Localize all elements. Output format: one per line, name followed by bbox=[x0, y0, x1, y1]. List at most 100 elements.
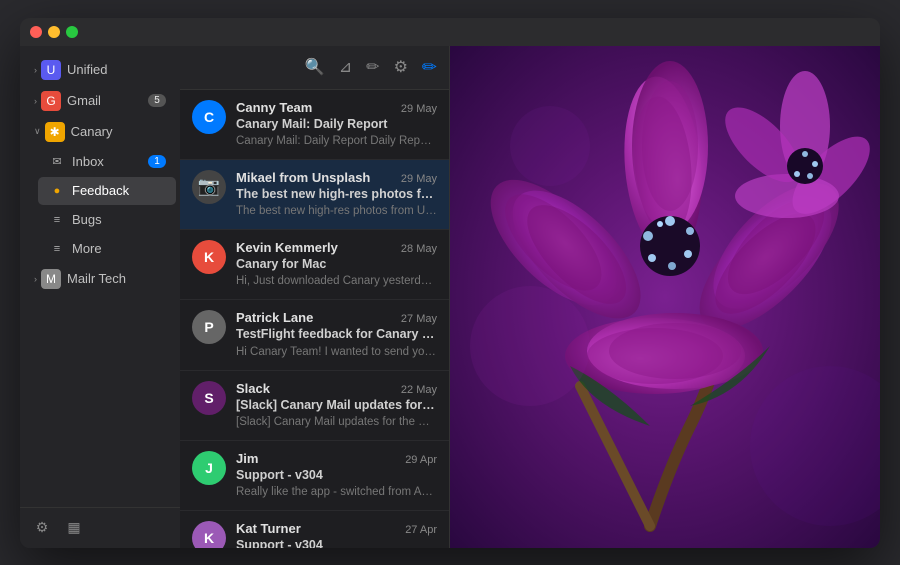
email-item[interactable]: 📷 Mikael from Unsplash 29 May The best n… bbox=[180, 160, 449, 230]
search-icon[interactable]: 🔍 bbox=[305, 57, 325, 77]
avatar: S bbox=[192, 381, 226, 415]
email-date: 28 May bbox=[401, 243, 437, 255]
avatar: P bbox=[192, 310, 226, 344]
email-header-row: Kat Turner 27 Apr bbox=[236, 521, 437, 536]
sidebar-item-gmail[interactable]: › G Gmail 5 bbox=[24, 86, 176, 116]
email-date: 29 Apr bbox=[405, 454, 437, 466]
email-list: 🔍 ⊿ ✏ ⚙ ✏ C Canny Team 29 May Canary Ma bbox=[180, 46, 450, 548]
avatar: J bbox=[192, 451, 226, 485]
email-subject: [Slack] Canary Mail updates for the... bbox=[236, 398, 437, 412]
more-icon: ≡ bbox=[48, 240, 66, 258]
sidebar-label-mailr: Mailr Tech bbox=[67, 271, 166, 286]
email-header-row: Jim 29 Apr bbox=[236, 451, 437, 466]
email-body: Slack 22 May [Slack] Canary Mail updates… bbox=[236, 381, 437, 430]
email-item[interactable]: S Slack 22 May [Slack] Canary Mail updat… bbox=[180, 371, 449, 441]
email-sender: Patrick Lane bbox=[236, 310, 393, 325]
close-button[interactable] bbox=[30, 26, 42, 38]
email-header-row: Kevin Kemmerly 28 May bbox=[236, 240, 437, 255]
chevron-icon: › bbox=[34, 274, 37, 284]
avatar: 📷 bbox=[192, 170, 226, 204]
filter-icon[interactable]: ⊿ bbox=[339, 57, 352, 77]
settings-tool-icon[interactable]: ⚙ bbox=[394, 57, 408, 77]
canary-subfolders: ✉ Inbox 1 ● Feedback ≡ Bugs bbox=[20, 148, 180, 263]
avatar: K bbox=[192, 240, 226, 274]
email-item[interactable]: C Canny Team 29 May Canary Mail: Daily R… bbox=[180, 90, 449, 160]
image-panel bbox=[450, 46, 880, 548]
grid-icon[interactable]: ▦ bbox=[62, 516, 86, 540]
email-sender: Slack bbox=[236, 381, 393, 396]
email-item[interactable]: K Kevin Kemmerly 28 May Canary for Mac H… bbox=[180, 230, 449, 300]
email-date: 29 May bbox=[401, 173, 437, 185]
email-sender: Kat Turner bbox=[236, 521, 397, 536]
email-body: Canny Team 29 May Canary Mail: Daily Rep… bbox=[236, 100, 437, 149]
email-subject: Support - v304 bbox=[236, 538, 437, 547]
email-subject: Support - v304 bbox=[236, 468, 437, 482]
sidebar-item-mailr[interactable]: › M Mailr Tech bbox=[24, 264, 176, 294]
email-date: 27 Apr bbox=[405, 524, 437, 536]
email-sender: Canny Team bbox=[236, 100, 393, 115]
more-label: More bbox=[72, 241, 166, 256]
sidebar-item-feedback[interactable]: ● Feedback bbox=[38, 177, 176, 205]
edit-icon[interactable]: ✏ bbox=[366, 57, 379, 77]
flower-image bbox=[450, 46, 880, 548]
email-body: Mikael from Unsplash 29 May The best new… bbox=[236, 170, 437, 219]
email-header-row: Patrick Lane 27 May bbox=[236, 310, 437, 325]
email-preview: Hi Canary Team! I wanted to send you fee… bbox=[236, 344, 437, 360]
email-body: Kevin Kemmerly 28 May Canary for Mac Hi,… bbox=[236, 240, 437, 289]
email-sender: Kevin Kemmerly bbox=[236, 240, 393, 255]
email-item[interactable]: P Patrick Lane 27 May TestFlight feedbac… bbox=[180, 300, 449, 371]
email-sender: Jim bbox=[236, 451, 397, 466]
feedback-label: Feedback bbox=[72, 183, 166, 198]
compose-icon[interactable]: ✏ bbox=[422, 57, 437, 78]
email-toolbar: 🔍 ⊿ ✏ ⚙ ✏ bbox=[180, 46, 449, 90]
chevron-icon: › bbox=[34, 65, 37, 75]
sidebar-nav: › U Unified › G Gmail 5 ∨ ✱ Canary bbox=[20, 46, 180, 507]
email-item[interactable]: J Jim 29 Apr Support - v304 Really like … bbox=[180, 441, 449, 511]
settings-icon[interactable]: ⚙ bbox=[30, 516, 54, 540]
inbox-icon: ✉ bbox=[48, 153, 66, 171]
email-preview: [Slack] Canary Mail updates for the week… bbox=[236, 414, 437, 430]
chevron-icon: › bbox=[34, 96, 37, 106]
email-items: C Canny Team 29 May Canary Mail: Daily R… bbox=[180, 90, 449, 548]
email-date: 22 May bbox=[401, 384, 437, 396]
sidebar-item-canary[interactable]: ∨ ✱ Canary bbox=[24, 117, 176, 147]
avatar: C bbox=[192, 100, 226, 134]
mailr-icon: M bbox=[41, 269, 61, 289]
email-body: Kat Turner 27 Apr Support - v304 Hello, … bbox=[236, 521, 437, 547]
bugs-icon: ≡ bbox=[48, 211, 66, 229]
email-subject: Canary for Mac bbox=[236, 257, 437, 271]
app-window: › U Unified › G Gmail 5 ∨ ✱ Canary bbox=[20, 18, 880, 548]
email-header-row: Mikael from Unsplash 29 May bbox=[236, 170, 437, 185]
canary-icon: ✱ bbox=[45, 122, 65, 142]
email-preview: Really like the app - switched from Appl… bbox=[236, 484, 437, 500]
email-preview: Canary Mail: Daily Report Daily Report 4… bbox=[236, 133, 437, 149]
email-header-row: Canny Team 29 May bbox=[236, 100, 437, 115]
minimize-button[interactable] bbox=[48, 26, 60, 38]
main-content: › U Unified › G Gmail 5 ∨ ✱ Canary bbox=[20, 46, 880, 548]
avatar: K bbox=[192, 521, 226, 547]
sidebar-item-unified[interactable]: › U Unified bbox=[24, 55, 176, 85]
email-item[interactable]: K Kat Turner 27 Apr Support - v304 Hello… bbox=[180, 511, 449, 547]
email-date: 29 May bbox=[401, 103, 437, 115]
gmail-icon: G bbox=[41, 91, 61, 111]
email-body: Patrick Lane 27 May TestFlight feedback … bbox=[236, 310, 437, 360]
inbox-label: Inbox bbox=[72, 154, 148, 169]
sidebar-footer: ⚙ ▦ bbox=[20, 507, 180, 548]
unified-icon: U bbox=[41, 60, 61, 80]
gmail-badge: 5 bbox=[148, 94, 166, 107]
titlebar bbox=[20, 18, 880, 46]
email-preview: The best new high-res photos from Unspla… bbox=[236, 203, 437, 219]
chevron-icon: ∨ bbox=[34, 126, 41, 137]
sidebar-item-inbox[interactable]: ✉ Inbox 1 bbox=[38, 148, 176, 176]
sidebar: › U Unified › G Gmail 5 ∨ ✱ Canary bbox=[20, 46, 180, 548]
sidebar-item-more[interactable]: ≡ More bbox=[38, 235, 176, 263]
sidebar-item-bugs[interactable]: ≡ Bugs bbox=[38, 206, 176, 234]
sidebar-label-canary: Canary bbox=[71, 124, 166, 139]
email-subject: TestFlight feedback for Canary Mail. 🔒 bbox=[236, 327, 437, 342]
maximize-button[interactable] bbox=[66, 26, 78, 38]
sidebar-label-unified: Unified bbox=[67, 62, 166, 77]
email-body: Jim 29 Apr Support - v304 Really like th… bbox=[236, 451, 437, 500]
bugs-label: Bugs bbox=[72, 212, 166, 227]
email-preview: Hi, Just downloaded Canary yesterday to … bbox=[236, 273, 437, 289]
email-sender: Mikael from Unsplash bbox=[236, 170, 393, 185]
